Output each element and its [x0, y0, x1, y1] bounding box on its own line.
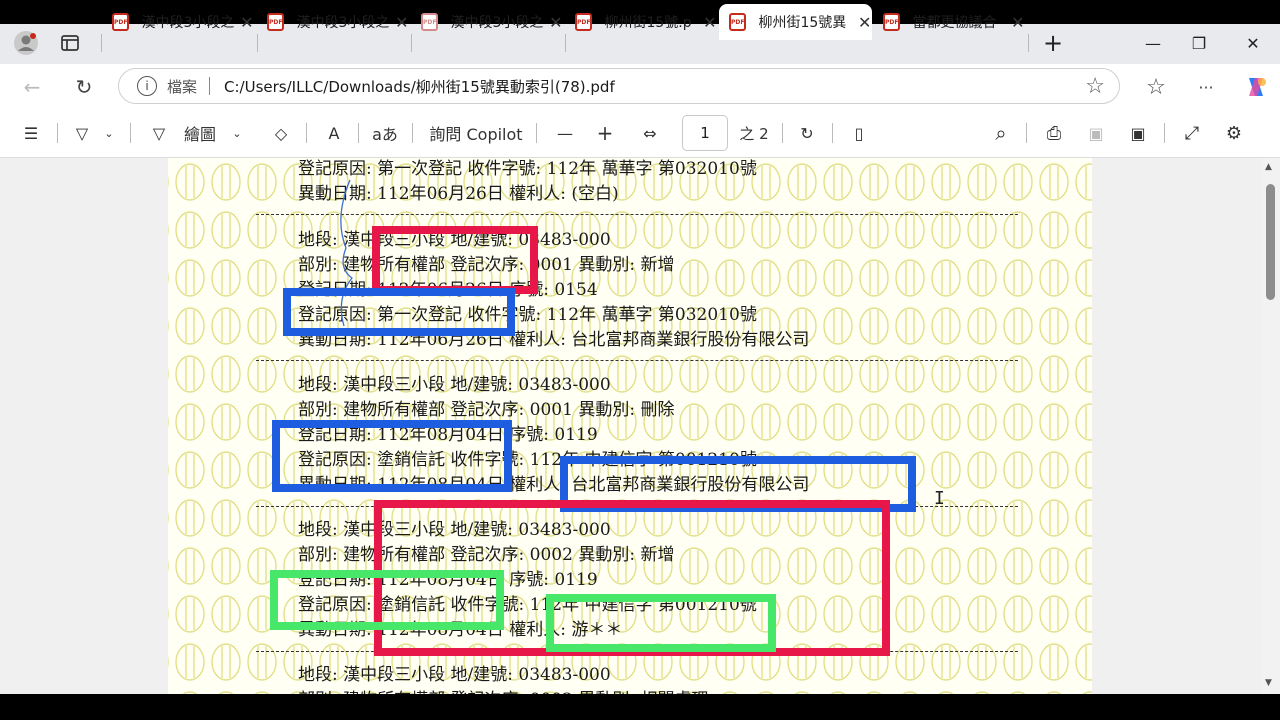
tab-title: 漢中段3小段之: [450, 15, 544, 31]
highlight-dropdown-chevron-icon[interactable]: ⌄: [102, 118, 116, 148]
toolbar-separator: [1026, 123, 1027, 143]
toolbar-separator: [782, 123, 783, 143]
blue-highlight-box: [272, 420, 512, 492]
url-scheme-label: 檔案: [167, 77, 198, 96]
info-icon[interactable]: i: [137, 76, 157, 96]
search-button[interactable]: ⌕: [988, 118, 1014, 148]
pdf-file-icon: PDF: [421, 13, 439, 31]
url-divider: [209, 77, 211, 95]
pdf-page[interactable]: 登記原因: 第一次登記 收件字號: 112年 萬華字 第032010號 異動日期…: [168, 158, 1092, 694]
doc-line: 部別: 建物所有權部 登記次序: 0002 異動別: 相關處理: [298, 685, 708, 694]
page-total-label: 之 2: [739, 124, 769, 143]
toolbar-separator: [306, 123, 307, 143]
tab-4[interactable]: PDF 柳州街15號.p ✕: [565, 4, 717, 40]
tab-actions-button[interactable]: [54, 28, 86, 58]
tab-5-active[interactable]: PDF 柳州街15號異 ✕: [719, 4, 872, 40]
tab-close-icon[interactable]: ✕: [395, 13, 409, 32]
blue-highlight-box: [283, 288, 515, 336]
read-aloud-button[interactable]: A: [320, 118, 348, 148]
page-view-button[interactable]: ▯: [846, 118, 872, 148]
red-highlight-box: [372, 226, 538, 294]
fullscreen-button[interactable]: ⤢: [1178, 118, 1206, 148]
back-button[interactable]: ←: [16, 72, 48, 102]
draw-dropdown-chevron-icon[interactable]: ⌄: [230, 118, 244, 148]
tab-title: 柳州街15號異: [758, 15, 847, 31]
tab-title: 柳州街15號.p: [604, 15, 692, 31]
doc-line: 地段: 漢中段三小段 地/建號: 03483-000: [298, 375, 611, 395]
bottom-black-band: [0, 694, 1280, 720]
tab-close-icon[interactable]: ✕: [857, 13, 872, 32]
text-cursor: I: [934, 488, 945, 509]
rotate-button[interactable]: ↻: [794, 118, 820, 148]
toolbar-separator: [832, 123, 833, 143]
tab-title: 漢中段3小段之: [141, 15, 235, 31]
pdf-viewer-area[interactable]: 登記原因: 第一次登記 收件字號: 112年 萬華字 第032010號 異動日期…: [0, 158, 1280, 694]
tab-3[interactable]: PDF 漢中段3小段之 ✕: [411, 4, 563, 40]
tab-2[interactable]: PDF 漢中段3小段之 ✕: [257, 4, 409, 40]
contents-button[interactable]: ☰: [18, 118, 44, 148]
highlight-button[interactable]: ▽: [70, 118, 94, 148]
toolbar-separator: [57, 123, 58, 143]
save-as-button[interactable]: ▣: [1124, 118, 1152, 148]
tab-title: 當都更協議合: [912, 15, 997, 31]
tab-actions-icon: [61, 35, 79, 51]
doc-line: 登記原因: 第一次登記 收件字號: 112年 萬華字 第032010號: [298, 159, 757, 179]
minimize-button[interactable]: —: [1130, 28, 1176, 58]
tab-6[interactable]: PDF 當都更協議合 ✕: [873, 4, 1025, 40]
save-button[interactable]: ▣: [1082, 118, 1110, 148]
tab-close-icon[interactable]: ✕: [549, 13, 563, 32]
scroll-down-icon[interactable]: ▼: [1265, 678, 1272, 688]
favorites-button[interactable]: ☆: [1140, 72, 1172, 102]
maximize-button[interactable]: ❐: [1176, 28, 1222, 58]
fit-page-button[interactable]: ⇔: [636, 118, 664, 148]
record-divider: [256, 360, 1018, 361]
tab-close-icon[interactable]: ✕: [1011, 13, 1025, 32]
new-tab-button[interactable]: +: [1030, 28, 1076, 58]
vertical-scrollbar[interactable]: ▲ ▼: [1262, 158, 1280, 694]
toolbar-separator: [412, 123, 413, 143]
green-highlight-box: [270, 570, 504, 630]
draw-label[interactable]: 繪圖: [180, 118, 220, 148]
zoom-out-button[interactable]: —: [554, 118, 576, 148]
scroll-up-icon[interactable]: ▲: [1265, 162, 1272, 172]
pdf-file-icon: PDF: [883, 13, 901, 31]
translate-button[interactable]: aあ: [370, 118, 400, 148]
tab-title: 漢中段3小段之: [296, 15, 390, 31]
tab-close-icon[interactable]: ✕: [703, 13, 717, 32]
toolbar-separator: [1164, 123, 1165, 143]
doc-line: 部別: 建物所有權部 登記次序: 0001 異動別: 刪除: [298, 400, 675, 420]
refresh-button[interactable]: ↻: [68, 72, 100, 102]
url-box[interactable]: i 檔案 C:/Users/ILLC/Downloads/柳州街15號異動索引(…: [118, 68, 1120, 104]
pdf-file-icon: PDF: [112, 13, 130, 31]
close-window-button[interactable]: ✕: [1230, 28, 1276, 58]
eraser-button[interactable]: ◇: [268, 118, 294, 148]
page-number-input[interactable]: 1: [682, 115, 728, 151]
pdf-file-icon: PDF: [575, 13, 593, 31]
star-icon[interactable]: ☆: [1085, 74, 1105, 99]
tab-close-icon[interactable]: ✕: [240, 13, 254, 32]
doc-line: 地段: 漢中段三小段 地/建號: 03483-000: [298, 665, 611, 685]
pdf-file-icon: PDF: [267, 13, 285, 31]
pdf-file-icon: PDF: [729, 13, 747, 31]
profile-icon: [14, 31, 38, 55]
scrollbar-thumb[interactable]: [1266, 184, 1275, 300]
tab-separator: [1028, 34, 1029, 52]
ask-copilot-button[interactable]: 詢問 Copilot: [428, 118, 524, 148]
url-text[interactable]: C:/Users/ILLC/Downloads/柳州街15號異動索引(78).p…: [224, 76, 615, 97]
toolbar-separator: [536, 123, 537, 143]
copilot-button[interactable]: [1240, 72, 1272, 102]
draw-icon[interactable]: ▽: [146, 118, 172, 148]
green-highlight-box: [546, 594, 776, 652]
tab-1[interactable]: PDF 漢中段3小段之 ✕: [102, 4, 254, 40]
print-button[interactable]: ⎙: [1040, 118, 1068, 148]
more-menu-button[interactable]: ···: [1190, 72, 1222, 102]
toolbar-separator: [130, 123, 131, 143]
toolbar-separator: [358, 123, 359, 143]
profile-avatar[interactable]: [10, 28, 42, 58]
copilot-icon: [1249, 78, 1266, 96]
settings-button[interactable]: ⚙: [1220, 118, 1248, 148]
zoom-in-button[interactable]: +: [594, 118, 616, 148]
